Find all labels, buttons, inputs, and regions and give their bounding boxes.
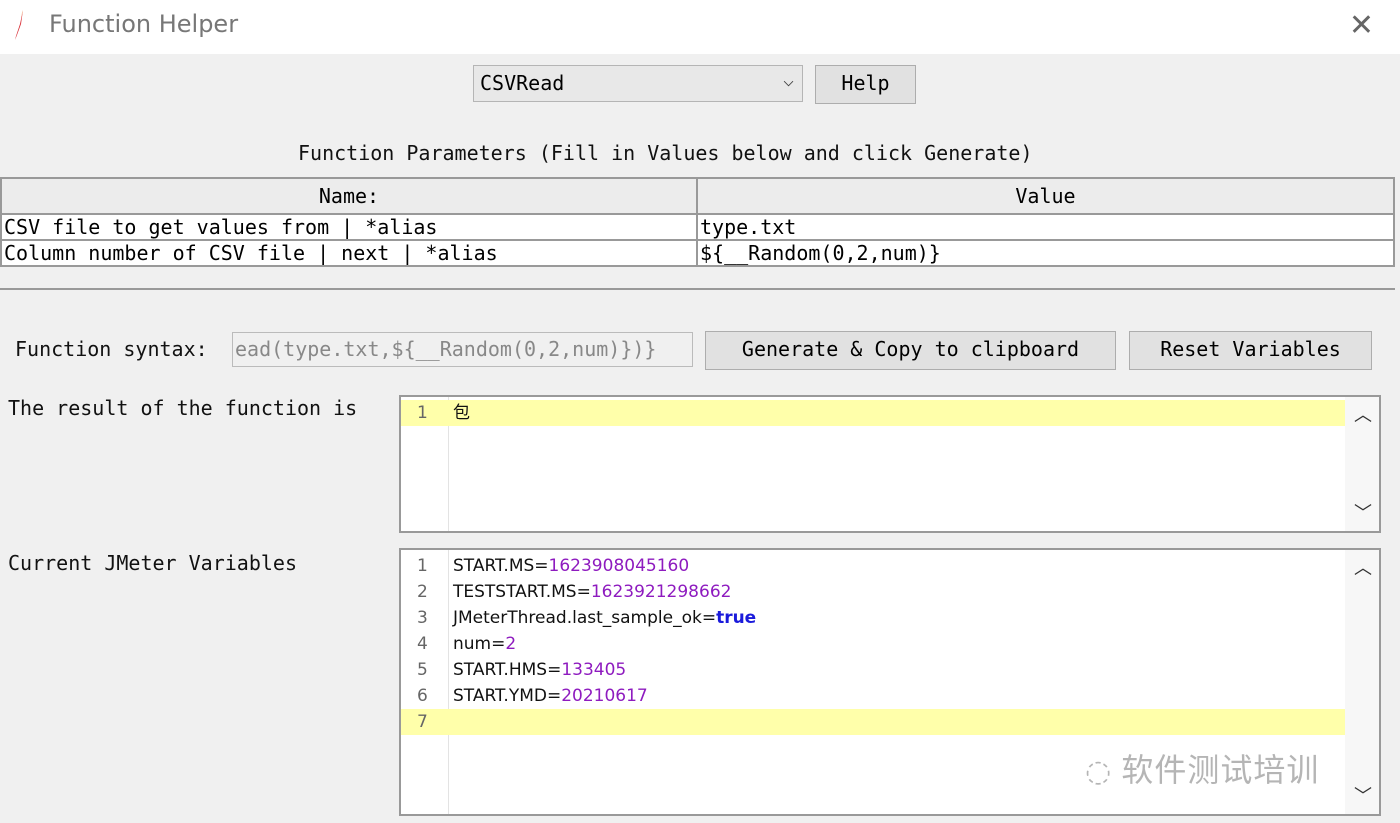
table-row[interactable]: Column number of CSV file | next | *alia…	[0, 239, 1395, 267]
line-number: 3	[417, 608, 428, 628]
variable-key: START.HMS=	[453, 660, 562, 680]
variable-key: START.MS=	[453, 556, 549, 576]
line-number: 1	[417, 556, 428, 576]
line-number: 1	[417, 403, 428, 423]
result-value: 包	[453, 403, 470, 423]
watermark: ◌ 软件测试培训	[1085, 745, 1319, 791]
editor-line: 6 START.YMD=20210617	[401, 683, 1345, 709]
function-select-value: CSVRead	[480, 71, 565, 95]
variable-key: TESTSTART.MS=	[453, 582, 591, 602]
scrollbar[interactable]: ︿ ﹀	[1345, 397, 1379, 531]
table-divider	[0, 266, 1395, 290]
line-number: 7	[417, 712, 428, 732]
chevron-up-icon[interactable]: ︿	[1354, 401, 1372, 427]
variable-entry: num=2	[453, 631, 516, 657]
editor-line: 2 TESTSTART.MS=1623921298662	[401, 579, 1345, 605]
chevron-down-icon[interactable]: ﹀	[1354, 782, 1372, 808]
variable-value: 20210617	[561, 686, 648, 706]
editor-line: 5 START.HMS=133405	[401, 657, 1345, 683]
variable-key: JMeterThread.last_sample_ok=	[453, 608, 717, 628]
scrollbar[interactable]: ︿ ﹀	[1345, 550, 1379, 814]
variable-entry: START.YMD=20210617	[453, 683, 648, 709]
params-heading: Function Parameters (Fill in Values belo…	[298, 141, 1033, 165]
watermark-text: 软件测试培训	[1121, 751, 1320, 789]
variable-value: 133405	[561, 660, 627, 680]
line-number: 5	[417, 660, 428, 680]
wechat-icon: ◌	[1085, 754, 1112, 789]
result-label: The result of the function is	[8, 396, 358, 420]
variable-key: num=	[453, 634, 506, 654]
line-number: 4	[417, 634, 428, 654]
chevron-up-icon[interactable]: ︿	[1354, 554, 1372, 580]
variable-entry: START.MS=1623908045160	[453, 553, 689, 579]
syntax-field[interactable]: ead(type.txt,${__Random(0,2,num)})}	[232, 332, 693, 367]
column-header-value: Value	[696, 177, 1395, 215]
feather-icon	[15, 10, 23, 40]
variable-value: true	[716, 608, 757, 628]
param-value[interactable]: ${__Random(0,2,num)}	[696, 239, 1395, 267]
param-value[interactable]: type.txt	[696, 213, 1395, 241]
editor-line: 3 JMeterThread.last_sample_ok=true	[401, 605, 1345, 631]
variable-entry: TESTSTART.MS=1623921298662	[453, 579, 731, 605]
variable-value: 1623908045160	[548, 556, 690, 576]
column-header-name: Name:	[0, 177, 698, 215]
editor-line: 1 START.MS=1623908045160	[401, 553, 1345, 579]
reset-variables-button[interactable]: Reset Variables	[1129, 331, 1372, 370]
table-row[interactable]: CSV file to get values from | *alias type…	[0, 213, 1395, 241]
chevron-down-icon: ⌵	[783, 70, 794, 91]
variable-entry: JMeterThread.last_sample_ok=true	[453, 605, 756, 631]
variables-label: Current JMeter Variables	[8, 551, 297, 575]
close-icon[interactable]: ✕	[1349, 8, 1374, 43]
function-select[interactable]: CSVRead ⌵	[473, 65, 803, 102]
variable-value: 1623921298662	[590, 582, 732, 602]
line-number: 6	[417, 686, 428, 706]
help-button[interactable]: Help	[815, 65, 916, 104]
param-name: CSV file to get values from | *alias	[0, 213, 698, 241]
chevron-down-icon[interactable]: ﹀	[1354, 499, 1372, 525]
title-bar: Function Helper ✕	[0, 0, 1400, 54]
window-title: Function Helper	[49, 10, 239, 38]
line-number: 2	[417, 582, 428, 602]
syntax-label: Function syntax:	[15, 337, 208, 361]
variable-entry: START.HMS=133405	[453, 657, 626, 683]
editor-line: 1包	[401, 400, 1345, 426]
generate-copy-button[interactable]: Generate & Copy to clipboard	[705, 331, 1116, 370]
params-table: Name: Value CSV file to get values from |…	[0, 177, 1395, 267]
editor-line: 7	[401, 709, 1345, 735]
variable-value: 2	[505, 634, 517, 654]
result-editor[interactable]: 1包 ︿ ﹀	[399, 395, 1381, 533]
editor-line: 4 num=2	[401, 631, 1345, 657]
param-name: Column number of CSV file | next | *alia…	[0, 239, 698, 267]
variable-key: START.YMD=	[453, 686, 562, 706]
